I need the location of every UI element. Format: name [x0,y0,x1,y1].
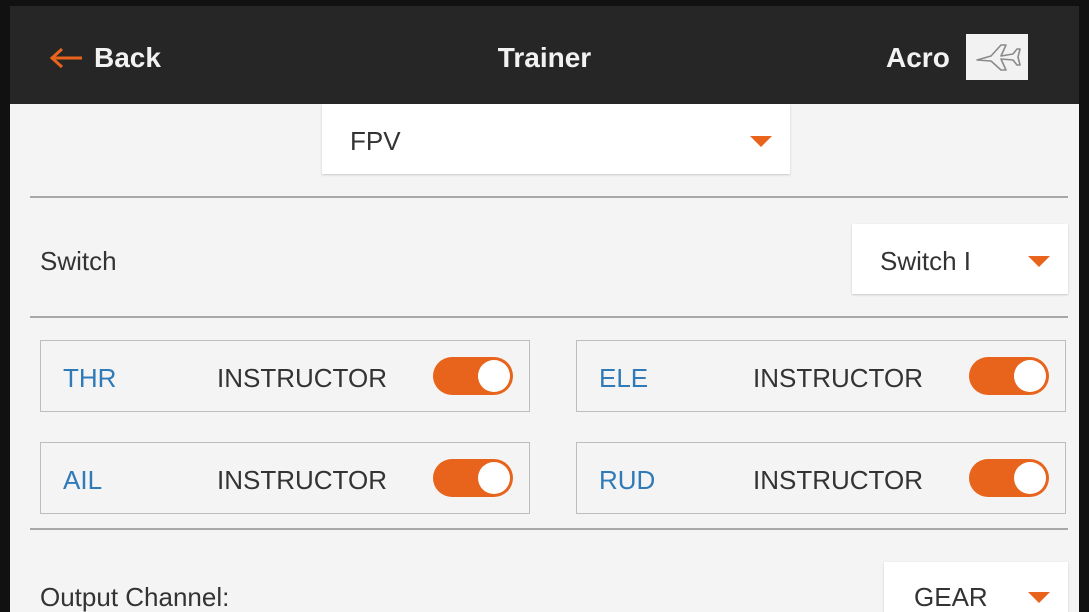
channel-mode: INSTRUCTOR [217,363,387,393]
channel-card-rud: RUD INSTRUCTOR [576,442,1066,514]
model-name[interactable]: Acro [886,42,950,74]
channel-card-thr: THR INSTRUCTOR [40,340,530,412]
trainer-mode-dropdown[interactable]: FPV [322,104,790,174]
channel-mode: INSTRUCTOR [217,465,387,495]
screen: Back Trainer Acro FPV Switch Switch I TH… [10,6,1079,612]
channel-name: AIL [63,465,103,495]
chevron-down-icon [1028,256,1050,267]
channel-toggle-ail[interactable] [433,459,513,497]
channel-toggle-thr[interactable] [433,357,513,395]
airplane-icon[interactable] [966,34,1028,80]
output-channel-dropdown[interactable]: GEAR [884,562,1068,612]
chevron-down-icon [750,136,772,147]
divider [30,316,1068,318]
switch-dropdown[interactable]: Switch I [852,224,1068,294]
channel-mode: INSTRUCTOR [753,465,923,495]
output-channel-label: Output Channel: [40,582,230,612]
switch-label: Switch [40,246,117,276]
toggle-knob [1014,360,1046,392]
channel-mode: INSTRUCTOR [753,363,923,393]
toggle-knob [478,462,510,494]
switch-value: Switch I [880,246,972,276]
chevron-down-icon [1028,592,1050,603]
header-bar: Back Trainer Acro [10,6,1079,104]
channel-toggle-ele[interactable] [969,357,1049,395]
divider [30,528,1068,530]
channel-name: THR [63,363,117,393]
channel-card-ele: ELE INSTRUCTOR [576,340,1066,412]
channel-name: RUD [599,465,656,495]
trainer-mode-value: FPV [350,126,401,156]
bezel-left [0,0,10,612]
app-frame: Back Trainer Acro FPV Switch Switch I TH… [0,0,1089,612]
toggle-knob [478,360,510,392]
divider [30,196,1068,198]
toggle-knob [1014,462,1046,494]
channel-card-ail: AIL INSTRUCTOR [40,442,530,514]
channel-toggle-rud[interactable] [969,459,1049,497]
bezel-right [1079,0,1089,612]
output-channel-value: GEAR [914,582,988,612]
channel-name: ELE [599,363,649,393]
